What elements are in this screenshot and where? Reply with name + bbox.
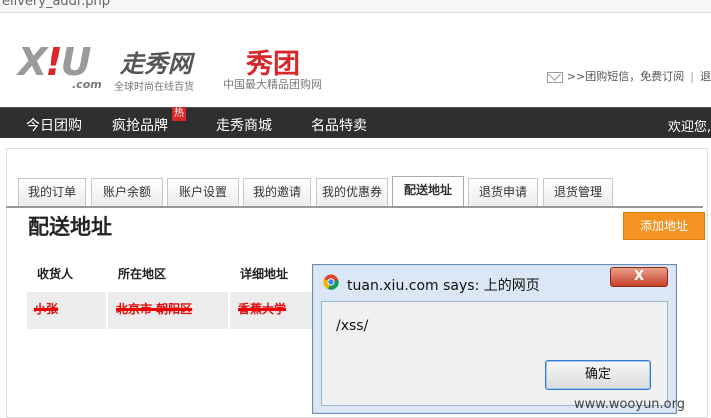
nav-item-today[interactable]: 今日团购	[26, 115, 82, 135]
close-button[interactable]: X	[610, 267, 668, 287]
column-header-region: 所在地区	[118, 267, 167, 281]
tab-balance[interactable]: 账户余额	[91, 178, 163, 206]
tab-delivery-address[interactable]: 配送地址	[392, 176, 464, 206]
sms-subscribe-link[interactable]: >>团购短信，免费订阅	[567, 70, 684, 83]
tab-orders[interactable]: 我的订单	[18, 178, 86, 206]
xiu-logo-cn: 走秀网	[120, 50, 192, 78]
hot-badge: 热	[172, 107, 186, 121]
url-text: elivery_addr.php	[2, 0, 110, 9]
redacted-recipient: 小张	[34, 302, 59, 316]
watermark: www.wooyun.org	[574, 397, 686, 412]
redacted-region: 北京市 朝阳区	[116, 302, 193, 316]
ok-button[interactable]: 确定	[545, 360, 651, 390]
main-nav: 今日团购 疯抢品牌 热 走秀商城 名品特卖 欢迎您,	[0, 107, 711, 138]
xiu-logo-dotcom: .com	[72, 78, 102, 91]
nav-item-luxury-sale[interactable]: 名品特卖	[311, 115, 367, 135]
cell-divider	[106, 292, 108, 329]
header-links: >>团购短信，免费订阅 | 退	[546, 68, 711, 84]
chrome-icon	[323, 274, 339, 290]
tabs-underline	[6, 206, 703, 208]
tab-coupons[interactable]: 我的优惠券	[316, 178, 388, 206]
nav-item-flash-brands[interactable]: 疯抢品牌	[112, 115, 168, 135]
address-bar-fragment: elivery_addr.php	[0, 0, 711, 13]
logout-link[interactable]: 退	[700, 70, 711, 83]
column-header-address: 详细地址	[240, 267, 289, 281]
dialog-body: /xss/ 确定	[321, 301, 668, 406]
tab-return-management[interactable]: 退货管理	[543, 178, 613, 206]
dialog-title: tuan.xiu.com says: 上的网页	[347, 278, 540, 294]
page-title: 配送地址	[28, 215, 112, 239]
welcome-text: 欢迎您,	[667, 120, 711, 135]
mail-icon	[546, 71, 563, 83]
dialog-message: /xss/	[336, 318, 369, 334]
add-address-button[interactable]: 添加地址	[623, 212, 705, 240]
logo-bang: !	[45, 40, 62, 84]
redacted-address: 香蕉大学	[238, 302, 287, 316]
header-separator: |	[690, 70, 694, 83]
tab-account-settings[interactable]: 账户设置	[167, 178, 239, 206]
column-header-recipient: 收货人	[37, 267, 74, 281]
nav-item-mall[interactable]: 走秀商城	[216, 115, 272, 135]
tuan-subtitle: 中国最大精品团购网	[223, 78, 322, 91]
tab-return-request[interactable]: 退货申请	[468, 178, 538, 206]
alert-dialog: tuan.xiu.com says: 上的网页 X /xss/ 确定	[312, 264, 677, 414]
tab-invites[interactable]: 我的邀请	[243, 178, 311, 206]
xiu-tagline: 全球时尚在线百货	[114, 82, 194, 93]
cell-divider	[228, 292, 230, 329]
logo-letter-x: X	[18, 40, 47, 84]
